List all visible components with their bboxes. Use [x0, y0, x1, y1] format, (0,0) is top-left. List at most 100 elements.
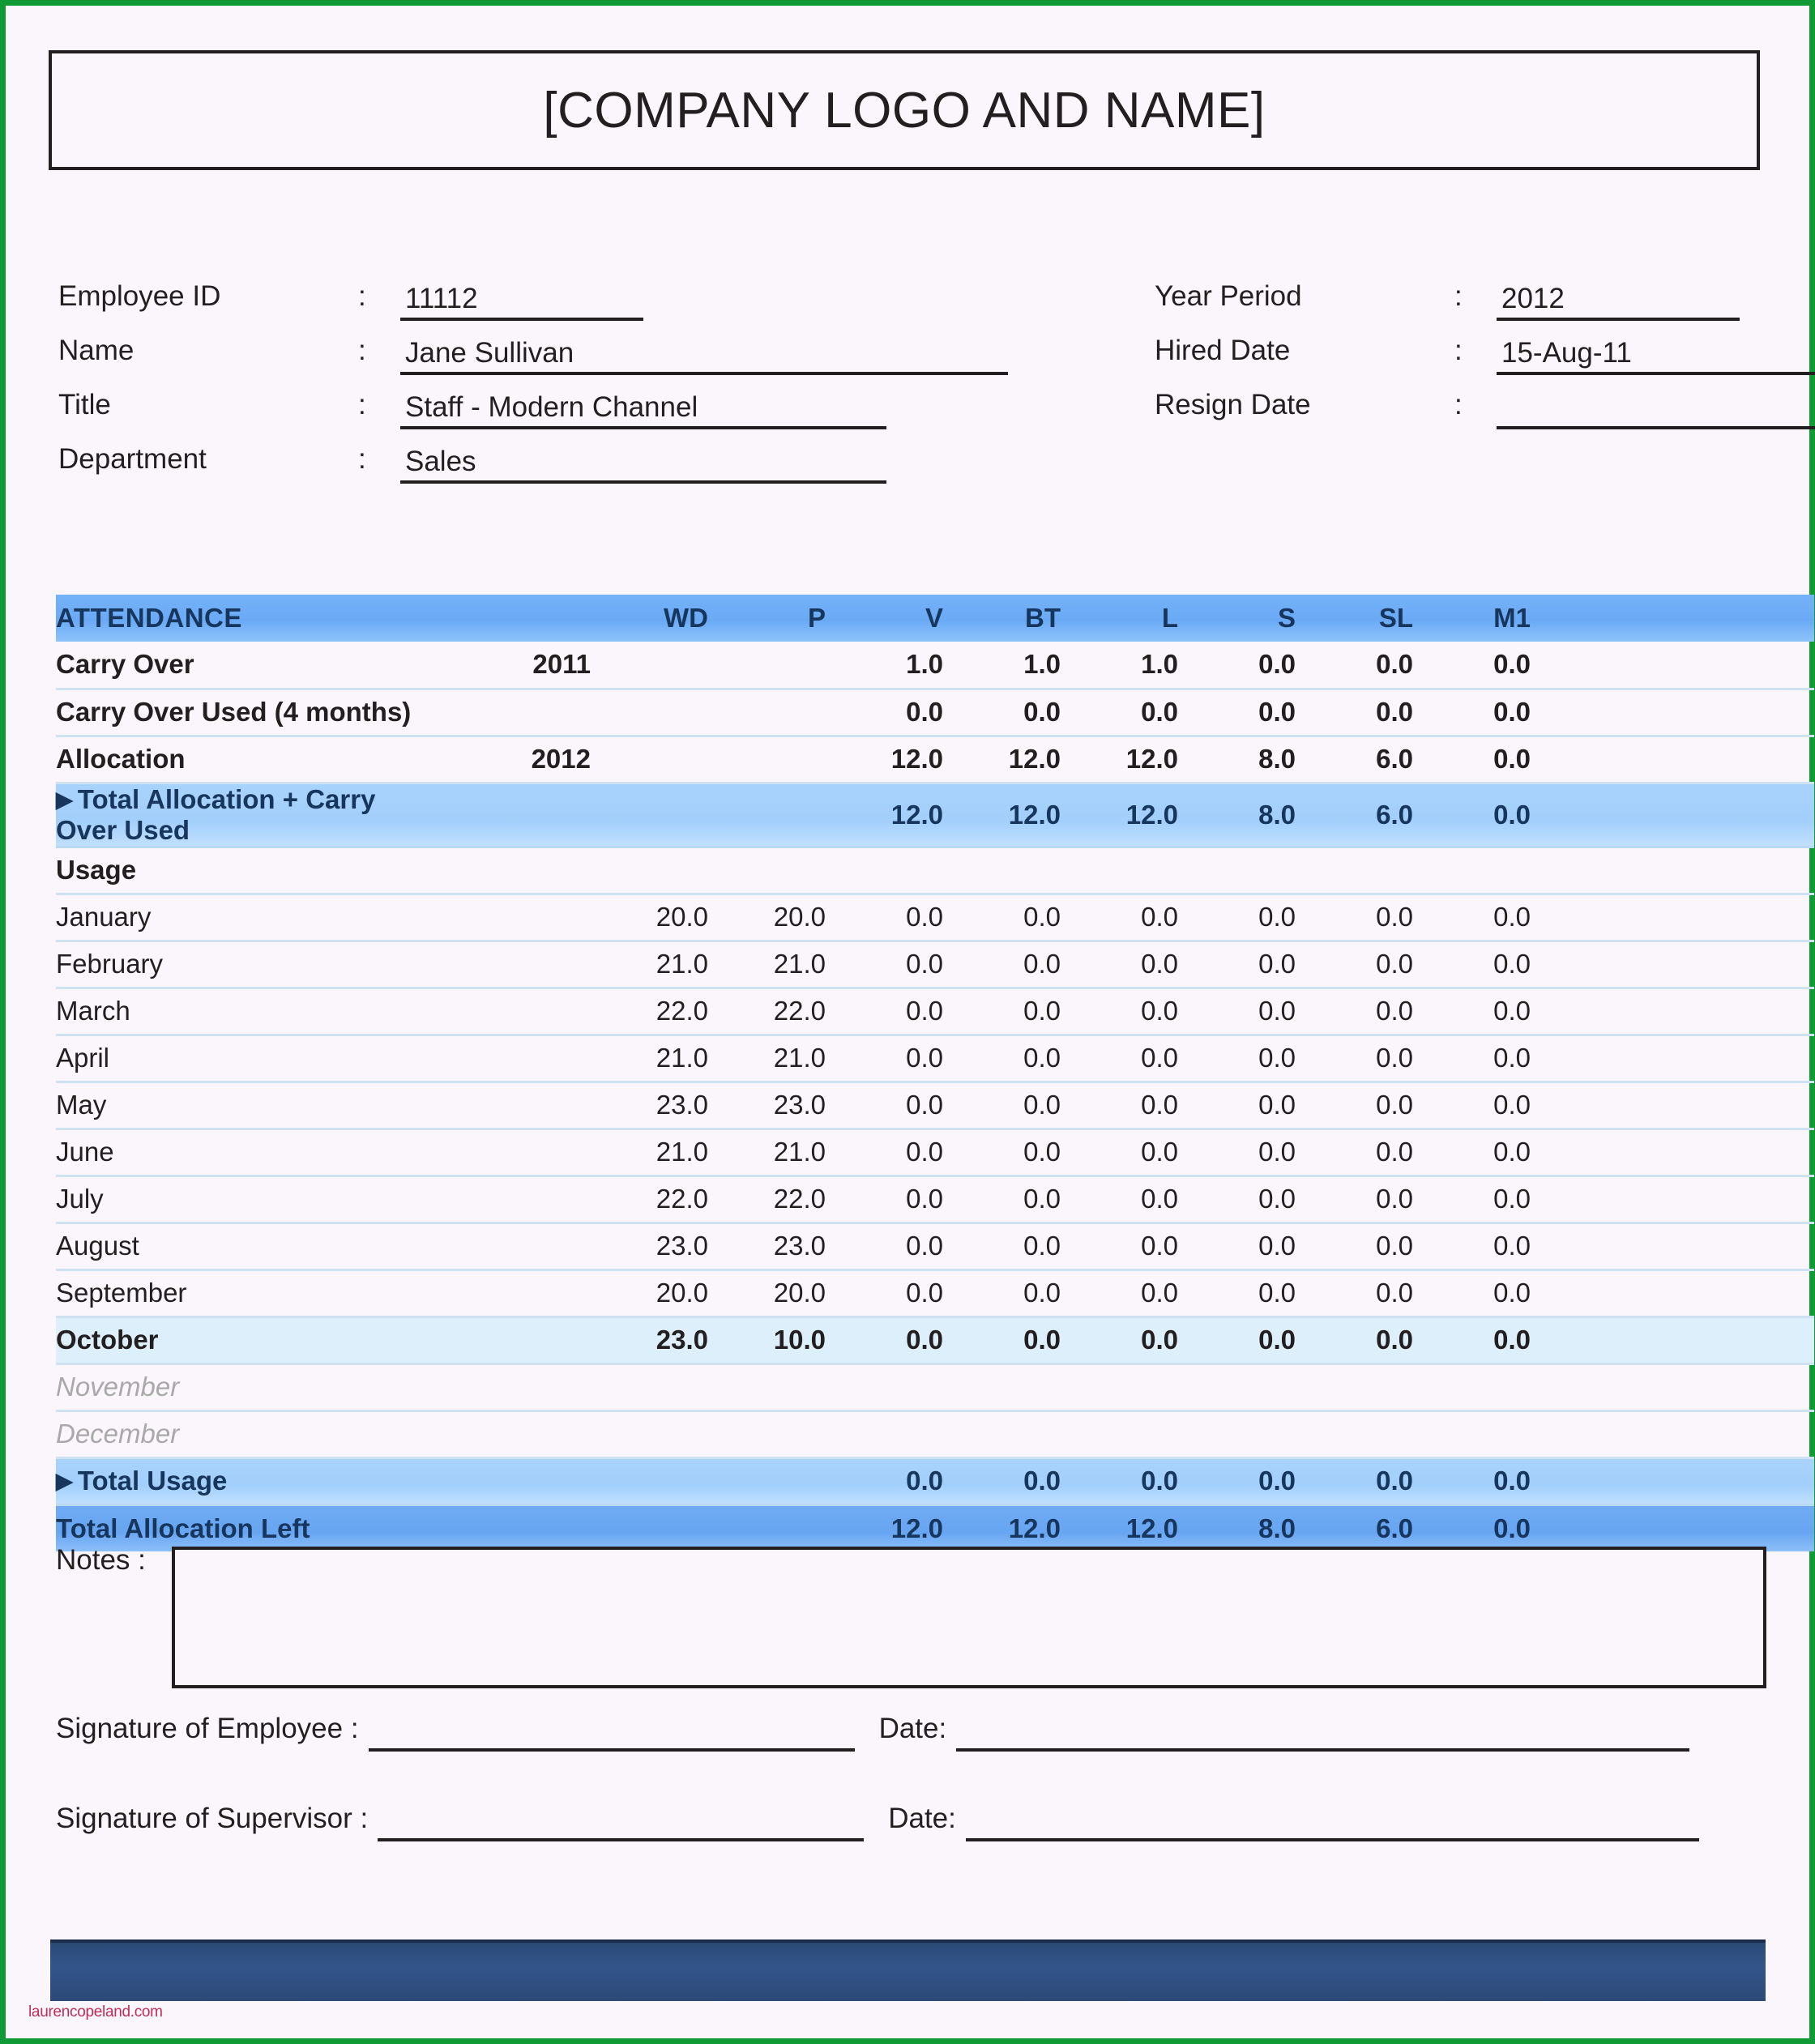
month-l-cell[interactable]: 0.0 [1061, 1316, 1178, 1365]
month-p-cell[interactable]: 10.0 [708, 1316, 826, 1365]
month-sl-cell[interactable]: 0.0 [1296, 1129, 1413, 1177]
month-bt-cell[interactable] [943, 1363, 1061, 1412]
month-s-cell[interactable] [1178, 1410, 1296, 1459]
month-v-cell[interactable]: 0.0 [826, 1269, 943, 1318]
month-wd-cell[interactable]: 22.0 [591, 988, 708, 1036]
month-v-cell[interactable]: 0.0 [826, 941, 943, 989]
month-v-cell[interactable]: 0.0 [826, 1082, 943, 1130]
name-field[interactable]: Jane Sullivan [400, 339, 1008, 375]
row-total-allocation-carry-over[interactable]: ▶ Total Allocation + Carry Over Used 12.0… [56, 783, 1814, 848]
month-m1-cell[interactable]: 0.0 [1413, 894, 1531, 942]
month-s-cell[interactable]: 0.0 [1178, 1316, 1296, 1365]
month-s-cell[interactable]: 0.0 [1178, 941, 1296, 989]
month-p-cell[interactable] [708, 1410, 826, 1459]
month-wd-cell[interactable]: 22.0 [591, 1176, 708, 1224]
month-v-cell[interactable]: 0.0 [826, 1129, 943, 1177]
month-bt-cell[interactable]: 0.0 [943, 1316, 1061, 1365]
month-s-cell[interactable]: 0.0 [1178, 1176, 1296, 1224]
month-l-cell[interactable]: 0.0 [1061, 1269, 1178, 1318]
month-wd-cell[interactable] [591, 1410, 708, 1459]
month-wd-cell[interactable]: 23.0 [591, 1223, 708, 1271]
month-s-cell[interactable] [1178, 1363, 1296, 1412]
month-p-cell[interactable]: 20.0 [708, 894, 826, 942]
month-bt-cell[interactable]: 0.0 [943, 988, 1061, 1036]
month-p-cell[interactable]: 21.0 [708, 1035, 826, 1083]
month-l-cell[interactable]: 0.0 [1061, 941, 1178, 989]
month-p-cell[interactable]: 21.0 [708, 941, 826, 989]
month-p-cell[interactable]: 22.0 [708, 988, 826, 1036]
month-p-cell[interactable]: 22.0 [708, 1176, 826, 1224]
month-bt-cell[interactable]: 0.0 [943, 1223, 1061, 1271]
month-bt-cell[interactable]: 0.0 [943, 1129, 1061, 1177]
month-s-cell[interactable]: 0.0 [1178, 1223, 1296, 1271]
month-m1-cell[interactable]: 0.0 [1413, 1129, 1531, 1177]
month-m1-cell[interactable]: 0.0 [1413, 988, 1531, 1036]
month-sl-cell[interactable] [1296, 1363, 1413, 1412]
month-sl-cell[interactable]: 0.0 [1296, 1035, 1413, 1083]
month-bt-cell[interactable] [943, 1410, 1061, 1459]
month-v-cell[interactable] [826, 1410, 943, 1459]
signature-employee-field[interactable] [368, 1711, 855, 1752]
month-sl-cell[interactable] [1296, 1410, 1413, 1459]
title-field[interactable]: Staff - Modern Channel [400, 393, 886, 429]
month-sl-cell[interactable]: 0.0 [1296, 1269, 1413, 1318]
month-s-cell[interactable]: 0.0 [1178, 1269, 1296, 1318]
department-field[interactable]: Sales [400, 447, 886, 484]
expand-triangle-icon[interactable]: ▶ [56, 787, 73, 813]
month-sl-cell[interactable]: 0.0 [1296, 894, 1413, 942]
month-bt-cell[interactable]: 0.0 [943, 1035, 1061, 1083]
month-bt-cell[interactable]: 0.0 [943, 1082, 1061, 1130]
month-wd-cell[interactable]: 23.0 [591, 1316, 708, 1365]
month-v-cell[interactable]: 0.0 [826, 1035, 943, 1083]
month-p-cell[interactable]: 21.0 [708, 1129, 826, 1177]
month-v-cell[interactable]: 0.0 [826, 1176, 943, 1224]
month-l-cell[interactable]: 0.0 [1061, 1176, 1178, 1224]
month-v-cell[interactable]: 0.0 [826, 988, 943, 1036]
month-wd-cell[interactable]: 21.0 [591, 941, 708, 989]
month-p-cell[interactable]: 23.0 [708, 1223, 826, 1271]
month-s-cell[interactable]: 0.0 [1178, 1129, 1296, 1177]
month-m1-cell[interactable]: 0.0 [1413, 1269, 1531, 1318]
month-m1-cell[interactable]: 0.0 [1413, 1176, 1531, 1224]
month-l-cell[interactable]: 0.0 [1061, 1223, 1178, 1271]
year-period-field[interactable]: 2012 [1497, 284, 1740, 321]
month-l-cell[interactable]: 0.0 [1061, 1129, 1178, 1177]
month-v-cell[interactable]: 0.0 [826, 894, 943, 942]
month-m1-cell[interactable]: 0.0 [1413, 1082, 1531, 1130]
row-total-usage[interactable]: ▶ Total Usage 0.0 0.0 0.0 0.0 0.0 0.0 [56, 1457, 1814, 1506]
month-m1-cell[interactable] [1413, 1363, 1531, 1412]
expand-triangle-icon[interactable]: ▶ [56, 1469, 73, 1494]
month-l-cell[interactable] [1061, 1410, 1178, 1459]
month-sl-cell[interactable]: 0.0 [1296, 1223, 1413, 1271]
month-m1-cell[interactable]: 0.0 [1413, 941, 1531, 989]
month-l-cell[interactable]: 0.0 [1061, 1035, 1178, 1083]
month-l-cell[interactable]: 0.0 [1061, 894, 1178, 942]
month-bt-cell[interactable]: 0.0 [943, 941, 1061, 989]
month-sl-cell[interactable]: 0.0 [1296, 1082, 1413, 1130]
month-v-cell[interactable]: 0.0 [826, 1316, 943, 1365]
month-l-cell[interactable] [1061, 1363, 1178, 1412]
month-bt-cell[interactable]: 0.0 [943, 1269, 1061, 1318]
notes-input[interactable] [172, 1547, 1766, 1688]
month-wd-cell[interactable]: 21.0 [591, 1129, 708, 1177]
month-p-cell[interactable]: 20.0 [708, 1269, 826, 1318]
month-wd-cell[interactable]: 21.0 [591, 1035, 708, 1083]
month-m1-cell[interactable] [1413, 1410, 1531, 1459]
month-m1-cell[interactable]: 0.0 [1413, 1223, 1531, 1271]
month-m1-cell[interactable]: 0.0 [1413, 1316, 1531, 1365]
month-wd-cell[interactable]: 23.0 [591, 1082, 708, 1130]
month-wd-cell[interactable] [591, 1363, 708, 1412]
month-v-cell[interactable]: 0.0 [826, 1223, 943, 1271]
employee-date-field[interactable] [956, 1711, 1690, 1752]
month-v-cell[interactable] [826, 1363, 943, 1412]
month-bt-cell[interactable]: 0.0 [943, 894, 1061, 942]
month-sl-cell[interactable]: 0.0 [1296, 1176, 1413, 1224]
month-sl-cell[interactable]: 0.0 [1296, 988, 1413, 1036]
month-wd-cell[interactable]: 20.0 [591, 894, 708, 942]
employee-id-field[interactable]: 11112 [400, 284, 643, 321]
month-wd-cell[interactable]: 20.0 [591, 1269, 708, 1318]
month-s-cell[interactable]: 0.0 [1178, 988, 1296, 1036]
hired-date-field[interactable]: 15-Aug-11 [1497, 339, 1815, 375]
month-s-cell[interactable]: 0.0 [1178, 894, 1296, 942]
month-l-cell[interactable]: 0.0 [1061, 1082, 1178, 1130]
